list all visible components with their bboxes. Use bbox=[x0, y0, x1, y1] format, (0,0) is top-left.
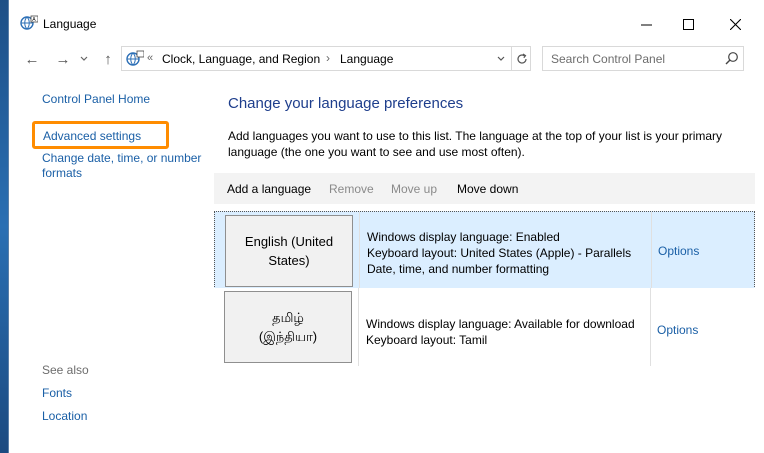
language-globe-icon bbox=[126, 50, 144, 66]
see-also-heading: See also bbox=[42, 363, 89, 377]
breadcrumb-separator[interactable]: › bbox=[326, 51, 330, 65]
arrow-right-icon: → bbox=[55, 50, 71, 68]
language-name: தமிழ் bbox=[272, 310, 304, 325]
svg-text:A: A bbox=[32, 17, 36, 23]
page-description: Add languages you want to use to this li… bbox=[228, 129, 723, 159]
language-region: States) bbox=[268, 253, 310, 268]
forward-button[interactable]: → bbox=[53, 48, 73, 70]
back-button[interactable]: ← bbox=[22, 48, 42, 70]
column-divider bbox=[650, 288, 651, 366]
breadcrumb-clock-language-region[interactable]: Clock, Language, and Region bbox=[162, 52, 320, 66]
refresh-icon bbox=[516, 52, 527, 64]
display-language-status: Windows display language: Available for … bbox=[366, 317, 635, 331]
move-up-button[interactable]: Move up bbox=[391, 182, 437, 196]
formatting-info: Date, time, and number formatting bbox=[367, 262, 550, 276]
language-name: English (United bbox=[244, 234, 334, 249]
display-language-status: Windows display language: Enabled bbox=[367, 230, 560, 244]
close-button[interactable] bbox=[715, 10, 755, 38]
language-info: Windows display language: Available for … bbox=[366, 316, 635, 348]
chevron-down-icon bbox=[80, 56, 88, 61]
minimize-icon bbox=[640, 24, 652, 25]
search-icon[interactable] bbox=[725, 51, 739, 65]
language-row-english[interactable]: English (United States) Windows display … bbox=[214, 211, 755, 289]
left-navigation-pane: Control Panel Home Advanced settings Cha… bbox=[9, 74, 214, 453]
language-info: Windows display language: Enabled Keyboa… bbox=[367, 229, 631, 277]
options-link[interactable]: Options bbox=[658, 244, 699, 258]
control-panel-home-link[interactable]: Control Panel Home bbox=[42, 92, 150, 106]
maximize-button[interactable] bbox=[668, 10, 708, 38]
search-box[interactable] bbox=[542, 46, 744, 71]
window-title: Language bbox=[43, 17, 97, 31]
desktop-background bbox=[0, 0, 8, 453]
language-toolbar: Add a language Remove Move up Move down bbox=[214, 173, 755, 204]
refresh-button[interactable] bbox=[511, 47, 531, 70]
keyboard-layout: Keyboard layout: United States (Apple) -… bbox=[367, 246, 632, 260]
language-window: A Language ← → ↑ « Clock, Language, and … bbox=[8, 0, 764, 453]
fonts-link[interactable]: Fonts bbox=[42, 386, 72, 400]
navigation-bar: ← → ↑ « Clock, Language, and Region › La… bbox=[9, 44, 764, 74]
recent-locations-button[interactable] bbox=[77, 48, 91, 70]
location-link[interactable]: Location bbox=[42, 409, 87, 423]
arrow-up-icon: ↑ bbox=[104, 50, 112, 68]
keyboard-layout: Keyboard layout: Tamil bbox=[366, 333, 488, 347]
language-tile[interactable]: English (United States) bbox=[225, 215, 353, 287]
advanced-settings-highlight: Advanced settings bbox=[32, 121, 169, 149]
maximize-icon bbox=[682, 18, 694, 30]
move-down-button[interactable]: Move down bbox=[457, 182, 518, 196]
close-icon bbox=[729, 18, 741, 30]
language-region: (இந்தியா) bbox=[258, 329, 318, 344]
language-row-tamil[interactable]: தமிழ் (இந்தியா) Windows display language… bbox=[214, 288, 755, 366]
change-date-time-number-formats-link[interactable]: Change date, time, or number formats bbox=[42, 151, 212, 181]
title-bar[interactable]: A Language bbox=[9, 0, 764, 44]
address-bar[interactable]: « Clock, Language, and Region › Language bbox=[121, 46, 531, 71]
advanced-settings-link[interactable]: Advanced settings bbox=[43, 129, 141, 143]
address-dropdown-button[interactable] bbox=[494, 51, 508, 67]
remove-button[interactable]: Remove bbox=[329, 182, 374, 196]
minimize-button[interactable] bbox=[626, 10, 666, 38]
up-button[interactable]: ↑ bbox=[98, 48, 118, 70]
language-tile[interactable]: தமிழ் (இந்தியா) bbox=[224, 291, 352, 363]
add-language-button[interactable]: Add a language bbox=[227, 182, 311, 196]
column-divider bbox=[358, 288, 359, 366]
breadcrumb-overflow[interactable]: « bbox=[147, 52, 153, 64]
language-globe-icon: A bbox=[20, 15, 38, 30]
main-content: Change your language preferences Add lan… bbox=[214, 74, 764, 453]
column-divider bbox=[359, 212, 360, 288]
arrow-left-icon: ← bbox=[24, 50, 40, 68]
breadcrumb-language[interactable]: Language bbox=[340, 52, 393, 66]
chevron-down-icon bbox=[497, 56, 505, 61]
options-link[interactable]: Options bbox=[657, 323, 698, 337]
search-input[interactable] bbox=[543, 47, 721, 70]
page-title: Change your language preferences bbox=[228, 95, 464, 112]
column-divider bbox=[651, 212, 652, 288]
